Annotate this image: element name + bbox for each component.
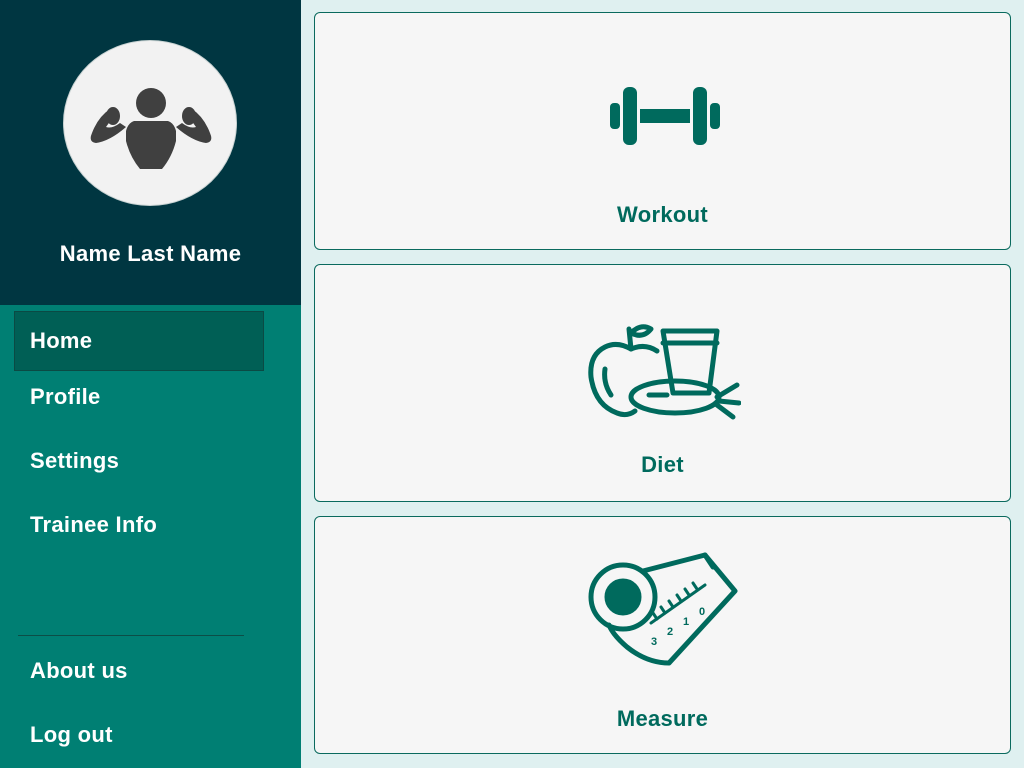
nav-item-settings[interactable]: Settings <box>14 431 264 491</box>
nav-divider <box>18 635 244 636</box>
nav-item-about-us[interactable]: About us <box>14 641 264 701</box>
nav-item-trainee-info[interactable]: Trainee Info <box>14 495 264 555</box>
profile-header: Name Last Name <box>0 0 301 305</box>
tape-number-0: 0 <box>699 606 705 618</box>
measure-label: Measure <box>616 706 709 731</box>
diet-card[interactable]: Diet <box>314 264 1011 502</box>
user-name: Name Last Name <box>59 241 242 266</box>
avatar[interactable] <box>63 40 237 206</box>
measure-card[interactable]: 3 2 1 0 Measure <box>314 516 1011 754</box>
diet-label: Diet <box>641 452 684 477</box>
food-icon <box>588 324 741 420</box>
measuring-tape-icon: 3 2 1 0 <box>588 552 738 666</box>
bodybuilder-icon <box>90 88 212 169</box>
tape-number-1: 1 <box>683 616 689 628</box>
tape-number-3: 3 <box>651 636 657 648</box>
sidebar: Name Last Name Home Profile Settings Tra… <box>0 0 301 768</box>
nav-item-profile[interactable]: Profile <box>14 367 264 427</box>
nav-item-home[interactable]: Home <box>14 311 264 371</box>
dumbbell-icon <box>610 87 720 145</box>
nav-item-log-out[interactable]: Log out <box>14 705 264 765</box>
workout-label: Workout <box>617 202 708 227</box>
workout-card[interactable]: Workout <box>314 12 1011 250</box>
tape-number-2: 2 <box>667 626 673 638</box>
